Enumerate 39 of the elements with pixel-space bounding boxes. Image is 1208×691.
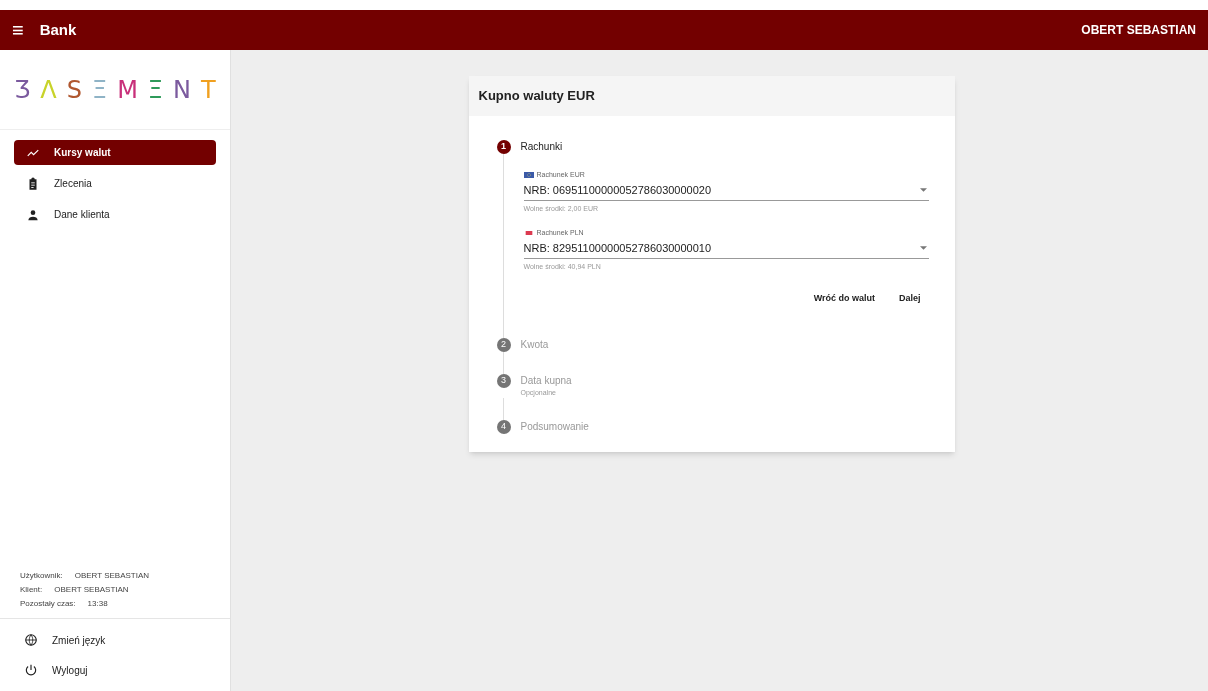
step-number[interactable]: 3 bbox=[496, 373, 511, 388]
text-button[interactable]: Dalej bbox=[891, 288, 929, 310]
logo-letter: S bbox=[66, 74, 82, 106]
step-number[interactable]: 1 bbox=[496, 140, 511, 154]
power-icon bbox=[24, 663, 38, 677]
step-label[interactable]: Rachunki bbox=[520, 140, 563, 154]
nav-item[interactable]: Kursy walut bbox=[14, 140, 216, 165]
flag-icon bbox=[523, 172, 534, 179]
info-value: 13:38 bbox=[87, 598, 108, 610]
nav-item[interactable]: Zlecenia bbox=[14, 171, 216, 196]
dropdown-arrow-icon bbox=[919, 246, 927, 250]
account-select[interactable]: NRB: 06951100000052786030000020 bbox=[523, 180, 929, 201]
logo-letter: T bbox=[201, 74, 216, 106]
step-number[interactable]: 2 bbox=[496, 337, 511, 352]
card-title: Kupno waluty EUR bbox=[478, 87, 595, 106]
menu-item[interactable]: Zmień język bbox=[24, 629, 206, 651]
person-icon bbox=[26, 207, 40, 222]
info-label: Pozostały czas: bbox=[20, 598, 76, 610]
logo-letter: N bbox=[173, 74, 191, 106]
logo-letter: Λ bbox=[40, 74, 57, 106]
globe-icon bbox=[24, 633, 38, 647]
logo-letter: M bbox=[117, 74, 138, 106]
info-label: Klient: bbox=[20, 584, 43, 596]
logo-letter: Ξ bbox=[147, 74, 164, 106]
info-label: Użytkownik: bbox=[20, 570, 63, 582]
step-number[interactable]: 4 bbox=[496, 420, 511, 434]
info-value: OBERT SEBASTIAN bbox=[54, 584, 129, 596]
app-title: Bank bbox=[39, 19, 77, 40]
user-name[interactable]: OBERT SEBASTIAN bbox=[1081, 21, 1196, 39]
logo-letter: Ξ bbox=[91, 74, 108, 106]
menu-icon[interactable]: ≡ bbox=[12, 20, 24, 40]
nav-item[interactable]: Dane klienta bbox=[14, 202, 216, 227]
flag-icon bbox=[523, 231, 534, 236]
info-value: OBERT SEBASTIAN bbox=[74, 570, 150, 582]
menu-item[interactable]: Wyloguj bbox=[24, 659, 206, 681]
dropdown-arrow-icon bbox=[919, 188, 927, 192]
logo-letter: Ʒ bbox=[14, 74, 31, 106]
account-select[interactable]: NRB: 82951100000052786030000010 bbox=[523, 238, 929, 259]
text-button[interactable]: Wróć do walut bbox=[805, 288, 883, 310]
